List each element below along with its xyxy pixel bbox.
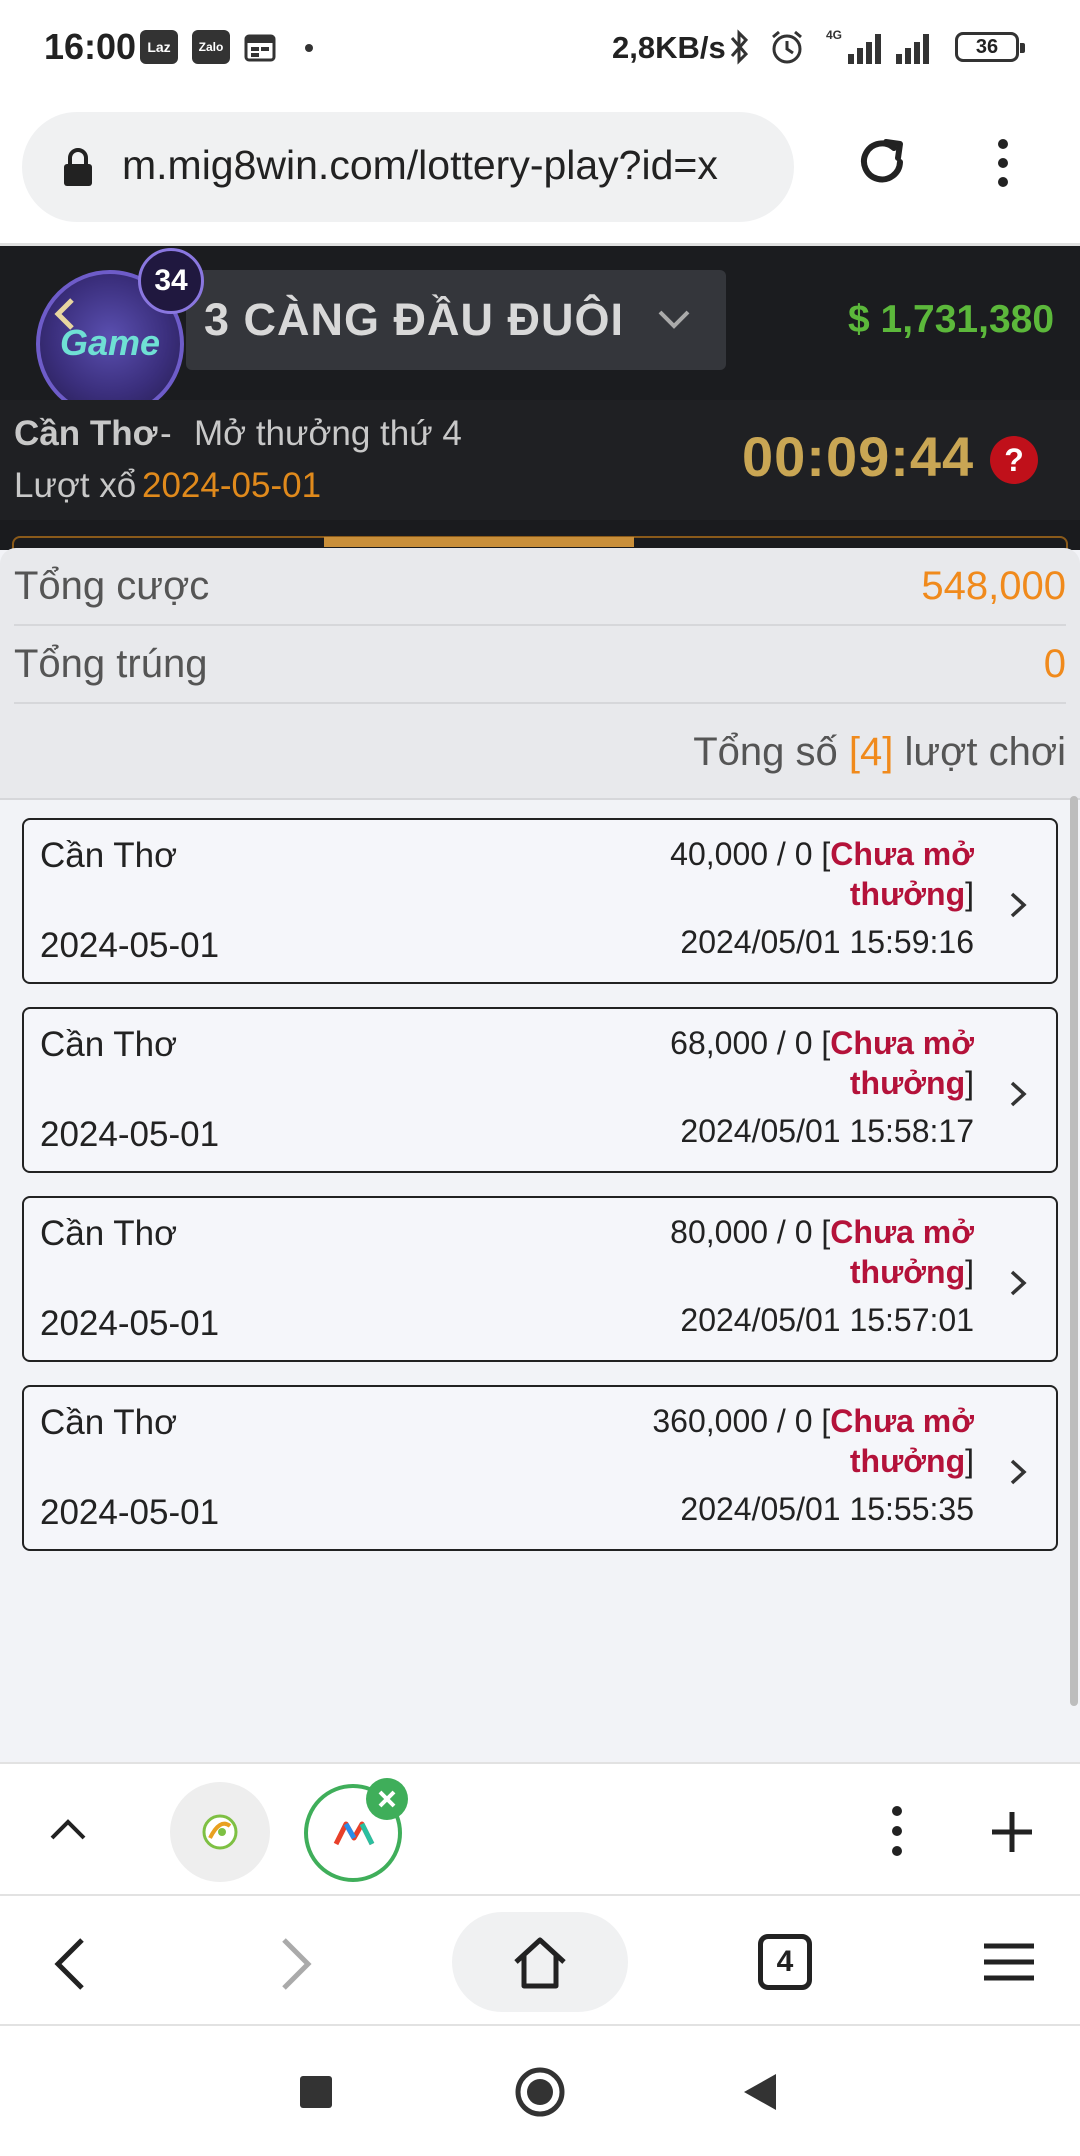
recents-icon[interactable] xyxy=(298,2074,334,2110)
hamburger-menu-icon[interactable] xyxy=(982,1940,1036,1984)
draw-label: Lượt xổ xyxy=(14,466,137,505)
close-tab-icon[interactable] xyxy=(366,1778,408,1820)
total-plays-suffix: lượt chơi xyxy=(904,730,1066,774)
home-button[interactable] xyxy=(452,1912,628,2012)
chevron-down-icon[interactable] xyxy=(654,300,694,340)
tab-menu-icon[interactable] xyxy=(884,1804,910,1858)
chevron-right-icon[interactable] xyxy=(1004,890,1032,920)
back-icon[interactable] xyxy=(50,1936,90,1992)
new-tab-icon[interactable] xyxy=(990,1810,1034,1854)
bet-status: Chưa mở thưởng xyxy=(830,1214,974,1290)
bet-timestamp: 2024/05/01 15:58:17 xyxy=(680,1113,974,1149)
bet-amount: 360,000 / 0 [ xyxy=(652,1403,831,1439)
status-time: 16:00 xyxy=(44,26,137,67)
game-title[interactable]: 3 CÀNG ĐẦU ĐUÔI xyxy=(204,294,624,346)
total-plays-prefix: Tổng số xyxy=(693,730,838,774)
chevron-up-icon[interactable] xyxy=(48,1814,88,1844)
bet-timestamp: 2024/05/01 15:57:01 xyxy=(680,1302,974,1338)
draw-round: Mở thưởng thứ 4 xyxy=(194,414,462,453)
bet-card[interactable]: Cần Thơ 68,000 / 0 [Chưa mở thưởng] 2024… xyxy=(22,1007,1058,1173)
bluetooth-icon xyxy=(730,29,749,65)
bet-amount: 40,000 / 0 [ xyxy=(670,836,831,872)
bet-amount-status: 40,000 / 0 [Chưa mở thưởng] xyxy=(554,834,974,914)
network-speed: 2,8KB/s xyxy=(612,30,726,65)
bet-card[interactable]: Cần Thơ 80,000 / 0 [Chưa mở thưởng] 2024… xyxy=(22,1196,1058,1362)
bet-status-close: ] xyxy=(965,1065,974,1101)
bet-amount: 80,000 / 0 [ xyxy=(670,1214,831,1250)
total-bet-label: Tổng cược xyxy=(14,564,210,608)
bet-location: Cần Thơ xyxy=(40,836,178,875)
tab-thumbnail-1[interactable] xyxy=(170,1782,270,1882)
draw-date: 2024-05-01 xyxy=(142,466,322,505)
more-notifications-dot xyxy=(305,44,313,52)
bet-timestamp: 2024/05/01 15:55:35 xyxy=(680,1491,974,1527)
bet-amount-status: 68,000 / 0 [Chưa mở thưởng] xyxy=(554,1023,974,1103)
forward-icon[interactable] xyxy=(276,1936,316,1992)
total-win-label: Tổng trúng xyxy=(14,642,208,686)
bet-card[interactable]: Cần Thơ 360,000 / 0 [Chưa mở thưởng] 202… xyxy=(22,1385,1058,1551)
zalo-notification-icon: Zalo xyxy=(192,30,230,64)
bet-card[interactable]: Cần Thơ 40,000 / 0 [Chưa mở thưởng] 2024… xyxy=(22,818,1058,984)
bet-amount: 68,000 / 0 [ xyxy=(670,1025,831,1061)
battery-icon: 36 xyxy=(955,32,1025,62)
bet-location: Cần Thơ xyxy=(40,1403,178,1442)
bet-draw-date: 2024-05-01 xyxy=(40,1493,220,1532)
system-home-icon[interactable] xyxy=(514,2066,566,2118)
total-win-value: 0 xyxy=(1043,642,1066,686)
bet-location: Cần Thơ xyxy=(40,1025,178,1064)
calendar-notification-icon xyxy=(244,34,276,62)
lock-icon xyxy=(64,148,92,186)
total-bet-value: 548,000 xyxy=(921,564,1066,608)
bet-status: Chưa mở thưởng xyxy=(830,836,974,912)
bet-timestamp: 2024/05/01 15:59:16 xyxy=(680,924,974,960)
browser-menu-icon[interactable] xyxy=(990,138,1016,188)
browser-nav-bar: 4 xyxy=(0,1896,1080,2026)
draw-location: Cần Thơ xyxy=(14,414,158,453)
close-x-glyph xyxy=(378,1790,396,1808)
level-badge: 34 xyxy=(138,248,204,314)
logo-text: Game xyxy=(59,322,161,363)
signal-icon-sim1 xyxy=(848,34,881,64)
total-win-row: Tổng trúng 0 xyxy=(14,626,1066,704)
browser-tab-bar xyxy=(0,1762,1080,1896)
url-field[interactable]: m.mig8win.com/lottery-play?id=x xyxy=(22,112,794,222)
chevron-right-icon[interactable] xyxy=(1004,1079,1032,1109)
bet-draw-date: 2024-05-01 xyxy=(40,1115,220,1154)
draw-separator: - xyxy=(160,414,172,453)
status-bar: 16:00 Laz Zalo 2,8KB/s 4G 36 xyxy=(0,0,1080,96)
m-app-icon xyxy=(333,1821,375,1846)
browser-address-bar: m.mig8win.com/lottery-play?id=x xyxy=(0,96,1080,246)
home-icon xyxy=(514,1937,566,1989)
system-nav-bar xyxy=(0,2026,1080,2156)
system-back-icon[interactable] xyxy=(740,2072,780,2112)
url-text[interactable]: m.mig8win.com/lottery-play?id=x xyxy=(122,142,782,189)
site-favicon-icon xyxy=(202,1814,238,1850)
total-plays-count: [4] xyxy=(848,730,894,774)
bet-amount-status: 80,000 / 0 [Chưa mở thưởng] xyxy=(554,1212,974,1292)
chevron-right-icon[interactable] xyxy=(1004,1457,1032,1487)
total-plays: Tổng số [4] lượt chơi xyxy=(693,730,1066,775)
bet-status: Chưa mở thưởng xyxy=(830,1403,974,1479)
lazada-notification-icon: Laz xyxy=(140,30,178,64)
alarm-icon xyxy=(772,30,802,64)
bet-status-close: ] xyxy=(965,1254,974,1290)
bet-draw-date: 2024-05-01 xyxy=(40,1304,220,1343)
active-tab-indicator xyxy=(324,537,634,547)
bet-status: Chưa mở thưởng xyxy=(830,1025,974,1101)
bet-status-close: ] xyxy=(965,876,974,912)
help-button[interactable]: ? xyxy=(990,436,1038,484)
reload-icon[interactable] xyxy=(852,132,912,192)
account-balance: $ 1,731,380 xyxy=(848,298,1055,341)
list-scrollbar[interactable] xyxy=(1070,796,1078,1706)
total-bet-row: Tổng cược 548,000 xyxy=(14,548,1066,626)
tab-count-button[interactable]: 4 xyxy=(758,1934,812,1990)
countdown-timer: 00:09:44 xyxy=(742,425,975,488)
bet-status-close: ] xyxy=(965,1443,974,1479)
chevron-right-icon[interactable] xyxy=(1004,1268,1032,1298)
signal-icon-sim2 xyxy=(896,34,929,64)
bet-amount-status: 360,000 / 0 [Chưa mở thưởng] xyxy=(554,1401,974,1481)
bet-location: Cần Thơ xyxy=(40,1214,178,1253)
bet-draw-date: 2024-05-01 xyxy=(40,926,220,965)
